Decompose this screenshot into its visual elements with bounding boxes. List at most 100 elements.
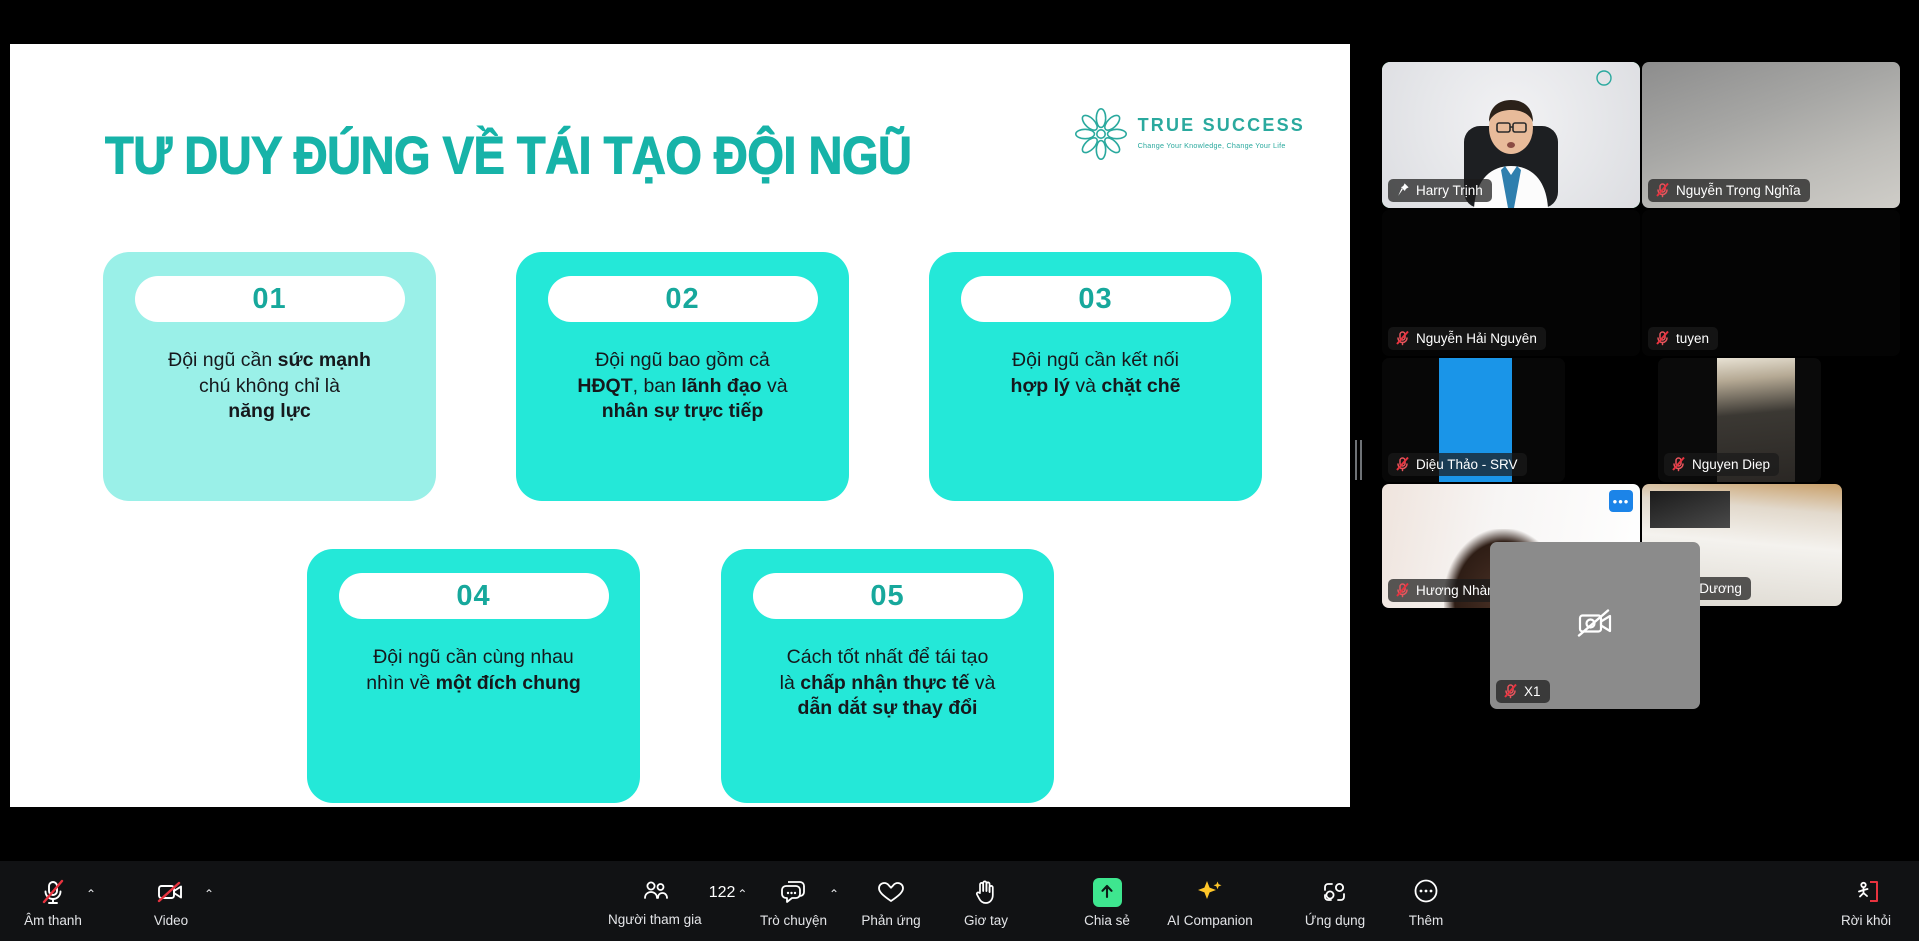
video-label: Video [153, 913, 189, 928]
reactions-button[interactable]: Phản ứng [860, 861, 922, 928]
meeting-toolbar: Âm thanh ⌃ Video ⌃ Người tham gia 122 ⌃ … [0, 861, 1919, 941]
participants-options-caret[interactable]: ⌃ [737, 887, 747, 901]
cards-row-top: 01 Đội ngũ cần sức mạnh chú không chỉ là nă… [103, 252, 1262, 501]
sparkle-icon [1194, 876, 1226, 908]
hand-icon [973, 876, 999, 908]
shared-screen-slide: TƯ DUY ĐÚNG VỀ TÁI TẠO ĐỘI NGŨ TRUE SUCC… [10, 44, 1350, 807]
pin-icon [1395, 182, 1410, 198]
video-tile[interactable]: X1 [1490, 542, 1700, 709]
participant-name-badge: X1 [1496, 680, 1550, 703]
logo-name: TRUE SUCCESS [1137, 114, 1305, 135]
panel-drag-handle[interactable] [1353, 438, 1364, 482]
participant-name-badge: Nguyen Diep [1664, 453, 1780, 476]
heart-icon [876, 876, 906, 908]
flower-mark-icon [1073, 106, 1129, 162]
chat-button[interactable]: Trò chuyện [760, 861, 827, 928]
video-button[interactable]: Video [140, 861, 202, 928]
participant-name: Nguyễn Hải Nguyên [1416, 330, 1537, 346]
card-body-text: Đội ngũ cần kết nối hợp lý và chặt chẽ [1010, 349, 1181, 397]
participant-name: Nguyen Diep [1692, 456, 1771, 472]
participants-count: 122 [708, 884, 736, 901]
reactions-label: Phản ứng [861, 913, 921, 928]
raise-hand-label: Giơ tay [963, 913, 1009, 928]
participant-name-badge: Nguyễn Trọng Nghĩa [1648, 179, 1810, 202]
leave-label: Rời khỏi [1840, 913, 1892, 928]
apps-icon [1321, 876, 1349, 908]
participant-name-badge: tuyen [1648, 327, 1719, 350]
participant-name: X1 [1524, 683, 1541, 699]
mic-muted-icon [1503, 683, 1518, 699]
card-number-pill: 04 [338, 573, 609, 619]
slide-card-02: 02 Đội ngũ bao gồm cả HĐQT, ban lãnh đạo v… [516, 252, 849, 501]
audio-button[interactable]: Âm thanh [22, 861, 84, 928]
card-body-text: Đội ngũ cần cùng nhau nhìn về một đích ch… [366, 646, 581, 694]
tile-more-options-button[interactable]: ••• [1609, 490, 1633, 512]
share-screen-icon [1092, 876, 1122, 908]
mic-muted-icon [1395, 456, 1410, 472]
card-body-text: Đội ngũ cần sức mạnh chú không chỉ là năng… [168, 349, 371, 423]
video-tile[interactable]: Diệu Thảo - SRV [1382, 358, 1565, 482]
ellipsis-circle-icon [1412, 876, 1440, 908]
card-number-pill: 01 [134, 276, 405, 322]
mic-muted-icon [1395, 582, 1410, 598]
ai-companion-label: AI Companion [1167, 913, 1253, 928]
participant-name-badge: Harry Trịnh [1388, 179, 1492, 202]
zoom-meeting-window: TƯ DUY ĐÚNG VỀ TÁI TẠO ĐỘI NGŨ TRUE SUCC… [0, 0, 1919, 941]
slide-card-05: 05 Cách tốt nhất để tái tạo là chấp nhận t… [721, 549, 1054, 803]
camera-off-icon [1575, 606, 1615, 645]
ai-companion-button[interactable]: AI Companion [1155, 861, 1265, 928]
share-screen-button[interactable]: Chia sẻ [1076, 861, 1138, 928]
chat-label: Trò chuyện [760, 913, 828, 928]
participant-name: Harry Trịnh [1416, 182, 1483, 198]
video-tile[interactable]: Nguyen Diep [1658, 358, 1821, 482]
leave-door-icon [1851, 876, 1881, 908]
participant-name: Nguyễn Trọng Nghĩa [1676, 182, 1801, 198]
card-body-text: Đội ngũ bao gồm cả HĐQT, ban lãnh đạo và n… [577, 349, 788, 423]
participant-name: tuyen [1676, 330, 1710, 346]
participant-name-badge: Nguyễn Hải Nguyên [1388, 327, 1546, 350]
card-number-pill: 02 [547, 276, 818, 322]
mic-muted-icon [1655, 330, 1670, 346]
mic-muted-icon [40, 876, 66, 908]
video-tile[interactable]: Nguyễn Trọng Nghĩa [1642, 62, 1900, 208]
video-tile[interactable]: Harry Trịnh [1382, 62, 1640, 208]
share-screen-label: Chia sẻ [1084, 913, 1130, 928]
slide-card-03: 03 Đội ngũ cần kết nối hợp lý và chặt chẽ [929, 252, 1262, 501]
logo-tagline: Change Your Knowledge, Change Your Life [1137, 140, 1286, 150]
slide-card-04: 04 Đội ngũ cần cùng nhau nhìn về một đích … [307, 549, 640, 803]
video-tile[interactable]: tuyen [1642, 210, 1900, 356]
card-number-pill: 05 [752, 573, 1023, 619]
more-button[interactable]: Thêm [1395, 861, 1457, 928]
card-number: 03 [1078, 282, 1113, 315]
card-number: 05 [870, 579, 905, 612]
chat-options-caret[interactable]: ⌃ [829, 887, 839, 901]
mic-muted-icon [1671, 456, 1686, 472]
slide-card-01: 01 Đội ngũ cần sức mạnh chú không chỉ là nă… [103, 252, 436, 501]
video-options-caret[interactable]: ⌃ [204, 887, 214, 901]
video-tile[interactable]: Nguyễn Hải Nguyên [1382, 210, 1640, 356]
cards-row-bottom: 04 Đội ngũ cần cùng nhau nhìn về một đích … [307, 549, 1054, 803]
apps-button[interactable]: Ứng dụng [1295, 861, 1375, 928]
participant-name: Diệu Thảo - SRV [1416, 456, 1518, 472]
card-number-pill: 03 [960, 276, 1231, 322]
mic-muted-icon [1395, 330, 1410, 346]
participants-button[interactable]: Người tham gia 122 [608, 861, 735, 941]
card-number: 02 [665, 282, 700, 315]
participant-name-badge: Diệu Thảo - SRV [1388, 453, 1527, 476]
audio-label: Âm thanh [24, 913, 82, 928]
raise-hand-button[interactable]: Giơ tay [955, 861, 1017, 928]
participants-icon [641, 875, 669, 907]
participants-label: Người tham gia [608, 912, 702, 927]
card-number: 04 [456, 579, 491, 612]
slide-title: TƯ DUY ĐÚNG VỀ TÁI TẠO ĐỘI NGŨ [105, 125, 913, 185]
true-success-logo: TRUE SUCCESS Change Your Knowledge, Chan… [1073, 106, 1305, 162]
mic-muted-icon [1655, 182, 1670, 198]
chat-icon [780, 876, 808, 908]
card-number: 01 [252, 282, 287, 315]
more-label: Thêm [1408, 913, 1444, 928]
card-body-text: Cách tốt nhất để tái tạo là chấp nhận thự… [779, 646, 996, 720]
apps-label: Ứng dụng [1304, 913, 1366, 928]
audio-options-caret[interactable]: ⌃ [86, 887, 96, 901]
camera-off-icon [156, 876, 186, 908]
leave-button[interactable]: Rời khỏi [1835, 861, 1897, 928]
